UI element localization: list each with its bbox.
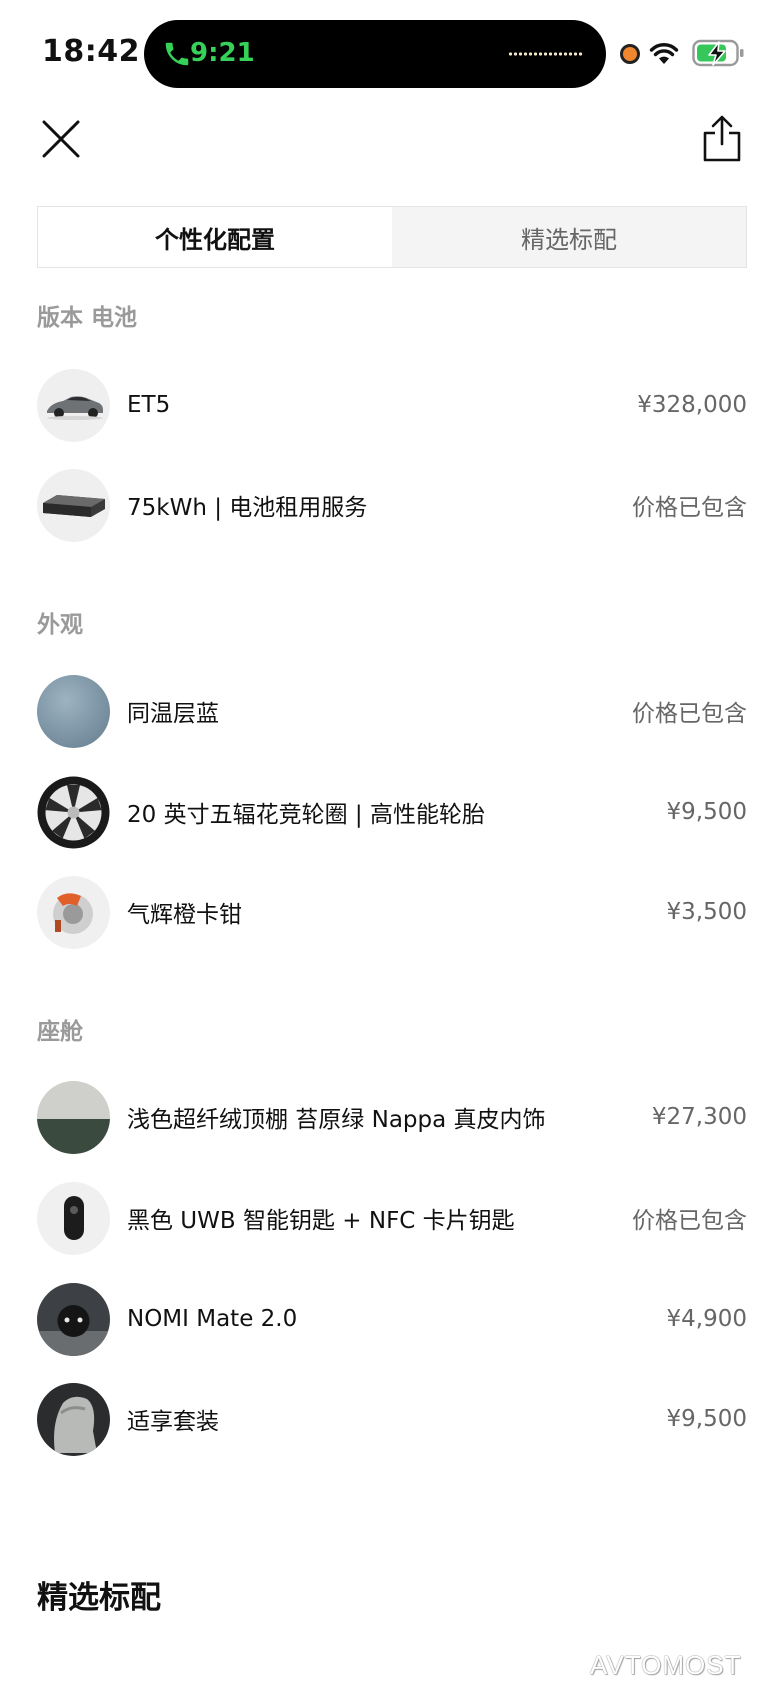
config-item-comfort-package[interactable]: 适享套装 ¥9,500 [37, 1382, 747, 1456]
item-price: 价格已包含 [632, 1208, 747, 1234]
tab-featured-standard[interactable]: 精选标配 [392, 207, 746, 267]
item-label: NOMI Mate 2.0 [127, 1306, 298, 1332]
config-item-key[interactable]: 黑色 UWB 智能钥匙 + NFC 卡片钥匙 价格已包含 [37, 1181, 747, 1255]
interior-swatch [37, 1080, 110, 1154]
paint-color-swatch [37, 674, 110, 748]
seat-thumbnail [37, 1382, 110, 1456]
item-price: ¥4,900 [666, 1306, 747, 1332]
share-icon [703, 115, 741, 162]
item-label: 浅色超纤绒顶棚 苔原绿 Nappa 真皮内饰 [127, 1107, 546, 1133]
wheel-thumbnail [37, 775, 110, 849]
nomi-thumbnail [37, 1282, 110, 1356]
item-price: 价格已包含 [632, 495, 747, 521]
config-item-calipers[interactable]: 气辉橙卡钳 ¥3,500 [37, 875, 747, 949]
call-duration: 9:21 [190, 38, 255, 68]
battery-charging-icon [692, 39, 744, 67]
item-label: ET5 [127, 392, 171, 418]
config-item-et5[interactable]: ET5 ¥328,000 [37, 368, 747, 442]
item-price: ¥9,500 [666, 799, 747, 825]
config-item-nomi[interactable]: NOMI Mate 2.0 ¥4,900 [37, 1282, 747, 1356]
section-title-cabin: 座舱 [37, 1019, 83, 1045]
privacy-indicator-icon [620, 44, 640, 64]
item-price: ¥328,000 [637, 392, 747, 418]
config-item-battery[interactable]: 75kWh | 电池租用服务 价格已包含 [37, 468, 747, 542]
status-time: 18:42 [42, 34, 140, 69]
phone-icon [165, 42, 189, 66]
share-button[interactable] [700, 114, 744, 164]
item-price: 价格已包含 [632, 701, 747, 727]
caliper-thumbnail [37, 875, 110, 949]
item-label: 黑色 UWB 智能钥匙 + NFC 卡片钥匙 [127, 1208, 515, 1234]
audio-waveform-icon [508, 51, 584, 57]
section-title-exterior: 外观 [37, 612, 83, 638]
car-thumbnail [37, 368, 110, 442]
item-price: ¥9,500 [666, 1406, 747, 1432]
config-item-paint[interactable]: 同温层蓝 价格已包含 [37, 674, 747, 748]
item-price: ¥27,300 [651, 1104, 747, 1130]
dynamic-island[interactable]: 9:21 [144, 20, 606, 88]
watermark: AVTOMOST [590, 1650, 742, 1680]
item-label: 20 英寸五辐花竞轮圈 | 高性能轮胎 [127, 802, 485, 828]
status-bar: 18:42 9:21 [0, 0, 784, 100]
close-icon [42, 120, 80, 158]
config-item-wheels[interactable]: 20 英寸五辐花竞轮圈 | 高性能轮胎 ¥9,500 [37, 775, 747, 849]
featured-standard-heading: 精选标配 [37, 1580, 161, 1616]
item-label: 适享套装 [127, 1409, 219, 1435]
battery-pack-thumbnail [37, 468, 110, 542]
config-item-interior[interactable]: 浅色超纤绒顶棚 苔原绿 Nappa 真皮内饰 ¥27,300 [37, 1080, 747, 1154]
item-label: 75kWh | 电池租用服务 [127, 495, 368, 521]
wifi-icon [649, 43, 679, 64]
key-thumbnail [37, 1181, 110, 1255]
config-tabs: 个性化配置 精选标配 [37, 206, 747, 268]
tab-personalized-config[interactable]: 个性化配置 [38, 207, 392, 267]
item-label: 同温层蓝 [127, 701, 219, 727]
close-button[interactable] [40, 118, 84, 162]
item-price: ¥3,500 [666, 899, 747, 925]
section-title-version-battery: 版本 电池 [37, 305, 138, 331]
item-label: 气辉橙卡钳 [127, 902, 242, 928]
